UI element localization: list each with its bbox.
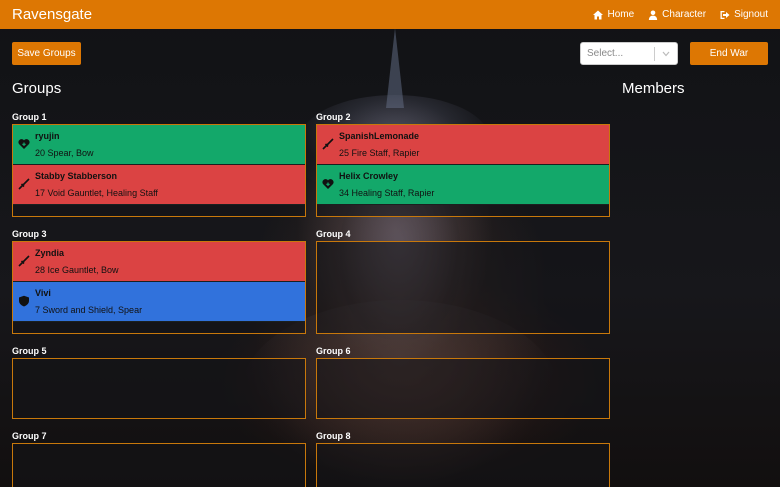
nav-signout-label: Signout — [734, 9, 768, 20]
home-icon — [593, 10, 604, 19]
sword-icon — [322, 138, 334, 150]
signout-icon — [720, 10, 730, 19]
group-box-5[interactable] — [12, 358, 306, 419]
member-name: SpanishLemonade — [339, 131, 420, 141]
member-card[interactable]: SpanishLemonade 25 Fire Staff, Rapier — [317, 125, 609, 165]
member-info: 28 Ice Gauntlet, Bow — [35, 265, 119, 275]
member-name: Stabby Stabberson — [35, 171, 118, 181]
group-label: Group 8 — [316, 431, 351, 441]
groups-heading: Groups — [12, 80, 62, 97]
nav-character-link[interactable]: Character — [648, 9, 706, 20]
group-box-8[interactable] — [316, 443, 610, 487]
member-card[interactable]: Stabby Stabberson 17 Void Gauntlet, Heal… — [13, 165, 305, 205]
select-separator — [654, 47, 655, 61]
group-label: Group 6 — [316, 346, 351, 356]
group-label: Group 5 — [12, 346, 47, 356]
group-box-7[interactable] — [12, 443, 306, 487]
member-card[interactable]: ryujin 20 Spear, Bow — [13, 125, 305, 165]
member-name: ryujin — [35, 131, 60, 141]
member-info: 20 Spear, Bow — [35, 148, 94, 158]
nav-character-label: Character — [662, 9, 707, 20]
sword-icon — [18, 255, 30, 267]
member-select[interactable]: Select... — [580, 42, 678, 65]
group-box-1[interactable]: ryujin 20 Spear, Bow Stabby Stabberson 1… — [12, 124, 306, 217]
nav-signout-link[interactable]: Signout — [720, 9, 768, 20]
member-info: 7 Sword and Shield, Spear — [35, 305, 143, 315]
member-select-placeholder: Select... — [587, 48, 624, 59]
navbar: Ravensgate Home Character Signout — [0, 0, 780, 29]
nav-links: Home Character Signout — [593, 9, 768, 20]
nav-home-label: Home — [607, 9, 635, 20]
healer-heart-icon — [322, 179, 334, 189]
member-name: Zyndia — [35, 248, 65, 258]
member-info: 25 Fire Staff, Rapier — [339, 148, 420, 158]
member-info: 34 Healing Staff, Rapier — [339, 188, 435, 198]
member-card[interactable]: Zyndia 28 Ice Gauntlet, Bow — [13, 242, 305, 282]
healer-heart-icon — [18, 139, 30, 149]
group-box-4[interactable] — [316, 241, 610, 334]
group-label: Group 4 — [316, 229, 351, 239]
member-card[interactable]: Vivi 7 Sword and Shield, Spear — [13, 282, 305, 322]
member-name: Vivi — [35, 288, 51, 298]
members-heading: Members — [622, 80, 685, 97]
group-label: Group 7 — [12, 431, 47, 441]
group-box-6[interactable] — [316, 358, 610, 419]
group-label: Group 2 — [316, 112, 351, 122]
brand[interactable]: Ravensgate — [12, 6, 92, 23]
group-box-3[interactable]: Zyndia 28 Ice Gauntlet, Bow Vivi 7 Sword… — [12, 241, 306, 334]
nav-home-link[interactable]: Home — [593, 9, 634, 20]
save-groups-button[interactable]: Save Groups — [12, 42, 81, 65]
user-icon — [648, 10, 658, 20]
shield-icon — [19, 295, 29, 307]
member-info: 17 Void Gauntlet, Healing Staff — [35, 188, 158, 198]
group-label: Group 1 — [12, 112, 47, 122]
group-box-2[interactable]: SpanishLemonade 25 Fire Staff, Rapier He… — [316, 124, 610, 217]
sword-icon — [18, 178, 30, 190]
member-name: Helix Crowley — [339, 171, 399, 181]
member-card[interactable]: Helix Crowley 34 Healing Staff, Rapier — [317, 165, 609, 205]
group-label: Group 3 — [12, 229, 47, 239]
end-war-button[interactable]: End War — [690, 42, 768, 65]
chevron-down-icon[interactable] — [662, 51, 670, 57]
